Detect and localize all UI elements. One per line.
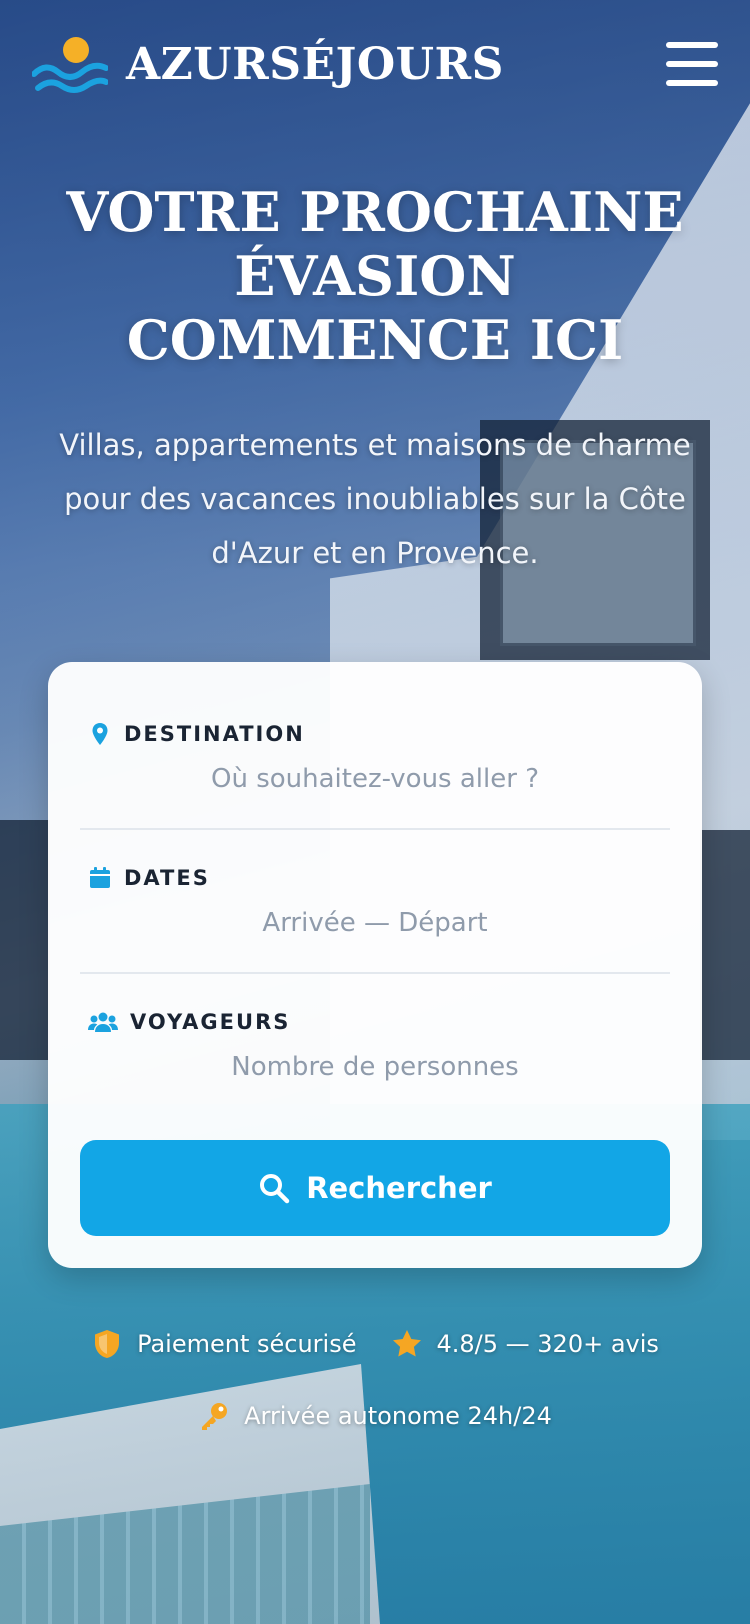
destination-field: DESTINATION — [80, 722, 670, 794]
divider — [80, 828, 670, 830]
menu-bar — [666, 61, 718, 67]
destination-label: DESTINATION — [124, 722, 305, 746]
key-icon — [202, 1403, 228, 1430]
hamburger-menu-icon[interactable] — [666, 42, 718, 86]
brand-name: AZURSÉJOURS — [126, 38, 504, 90]
destination-input[interactable] — [80, 764, 670, 794]
menu-bar — [666, 42, 718, 48]
hero-title: VOTRE PROCHAINE ÉVASION COMMENCE ICI — [66, 180, 684, 372]
travelers-input[interactable] — [80, 1052, 670, 1082]
badge-row: Arrivée autonome 24h/24 — [0, 1400, 750, 1432]
search-button-label: Rechercher — [306, 1171, 492, 1205]
dates-input[interactable] — [80, 908, 670, 938]
badge-secure-payment: Paiement sécurisé — [91, 1328, 357, 1360]
hero-subtitle: Villas, appartements et maisons de charm… — [59, 428, 691, 570]
destination-label-row: DESTINATION — [80, 722, 670, 746]
dates-label: DATES — [124, 866, 210, 890]
trust-badges: Paiement sécurisé 4.8/5 — 320+ avis Arri… — [0, 1328, 750, 1432]
menu-bar — [666, 80, 718, 86]
search-card: DESTINATION DATES — [48, 662, 702, 1268]
screen: AZURSÉJOURS VOTRE PROCHAINE ÉVASION COMM… — [0, 0, 750, 1624]
header: AZURSÉJOURS — [32, 28, 718, 100]
star-icon — [392, 1330, 421, 1357]
calendar-icon — [90, 867, 110, 888]
badge-self-checkin: Arrivée autonome 24h/24 — [198, 1400, 552, 1432]
divider — [80, 972, 670, 974]
travelers-field: VOYAGEURS — [80, 1010, 670, 1082]
travelers-label-row: VOYAGEURS — [80, 1010, 670, 1034]
badge-text: 4.8/5 — 320+ avis — [436, 1330, 659, 1358]
travelers-label: VOYAGEURS — [130, 1010, 291, 1034]
shield-icon — [95, 1330, 120, 1358]
badge-text: Paiement sécurisé — [137, 1330, 357, 1358]
badge-rating: 4.8/5 — 320+ avis — [391, 1328, 659, 1360]
content-overlay: AZURSÉJOURS VOTRE PROCHAINE ÉVASION COMM… — [0, 0, 750, 1624]
search-button[interactable]: Rechercher — [80, 1140, 670, 1236]
users-icon — [88, 1012, 118, 1032]
badge-row: Paiement sécurisé 4.8/5 — 320+ avis — [0, 1328, 750, 1360]
badge-text: Arrivée autonome 24h/24 — [244, 1402, 552, 1430]
map-pin-icon — [92, 723, 108, 745]
sun-waves-logo-icon — [32, 37, 108, 93]
dates-field: DATES — [80, 866, 670, 938]
search-icon — [260, 1174, 290, 1204]
dates-label-row: DATES — [80, 866, 670, 890]
brand-logo[interactable]: AZURSÉJOURS — [32, 30, 504, 98]
